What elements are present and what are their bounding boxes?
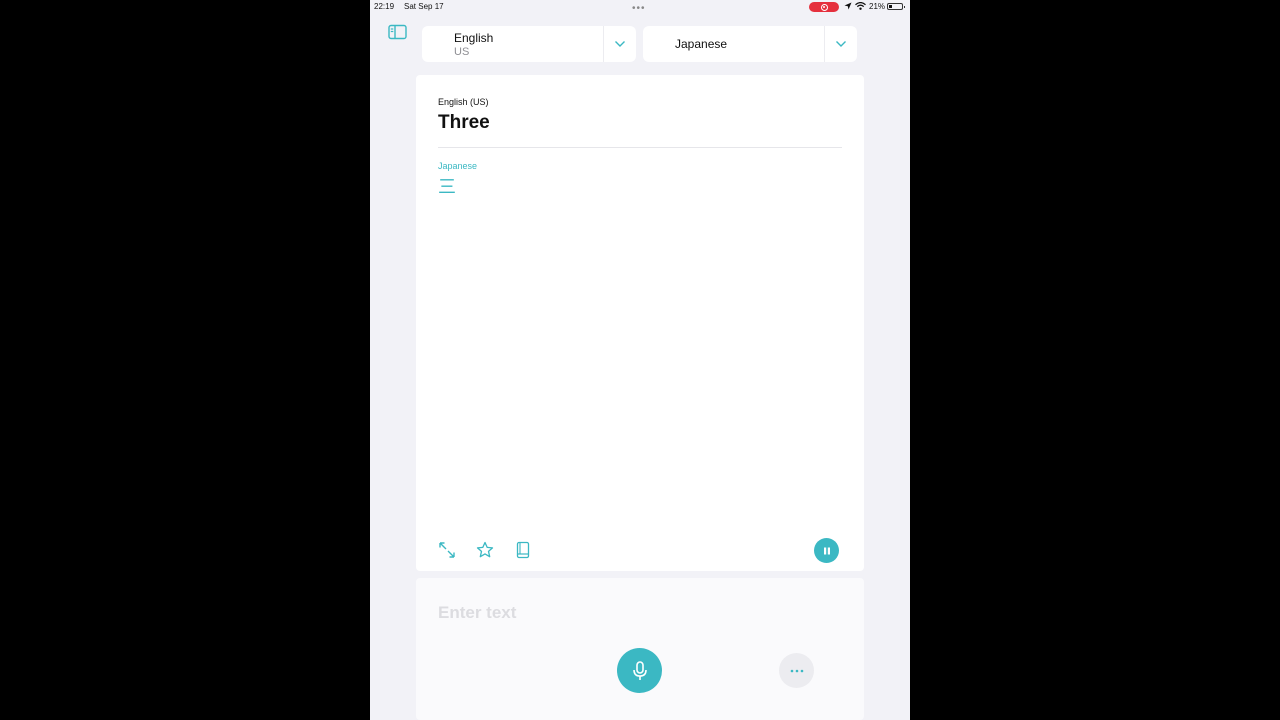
target-language-selector[interactable]: Japanese [643,26,857,62]
translation-card: English (US) Three Japanese 三 [416,75,864,571]
input-card [416,578,864,720]
source-language-display: English US [422,26,603,62]
translate-app-screen: 22:19 Sat Sep 17 ••• 21% English US Japa… [370,0,910,720]
chevron-down-icon [836,41,846,47]
screen-recording-indicator [809,2,839,12]
target-language-label: Japanese [438,161,478,171]
pause-icon [823,547,830,554]
source-language-label: English (US) [438,97,489,107]
location-arrow-icon [844,2,852,10]
source-text: Three [438,112,490,133]
battery-icon [887,3,905,10]
star-icon[interactable] [476,541,494,559]
microphone-icon [632,660,647,680]
expand-icon[interactable] [438,541,456,559]
book-icon[interactable] [514,541,532,559]
source-language-region: US [454,45,470,58]
microphone-button[interactable] [617,648,662,693]
status-bar: 22:19 Sat Sep 17 ••• 21% [370,0,910,14]
target-language-display: Japanese [643,26,824,62]
target-language-dropdown[interactable] [824,26,857,62]
pause-button[interactable] [814,538,839,563]
target-language-name: Japanese [675,37,728,51]
card-divider [438,147,842,148]
sidebar-icon[interactable] [388,24,408,40]
translated-text: 三 [438,177,456,197]
status-date: Sat Sep 17 [404,2,444,11]
source-language-selector[interactable]: English US [422,26,636,62]
record-icon [820,3,828,11]
ellipsis-icon [790,669,803,672]
more-options-button[interactable] [779,653,814,688]
source-language-dropdown[interactable] [603,26,636,62]
text-input[interactable] [438,600,838,626]
status-time: 22:19 [374,2,395,11]
battery-percentage: 21% [869,2,886,11]
wifi-icon [855,2,866,10]
chevron-down-icon [615,41,625,47]
source-language-name: English [454,30,494,45]
multitasking-dots-icon[interactable]: ••• [632,3,646,14]
